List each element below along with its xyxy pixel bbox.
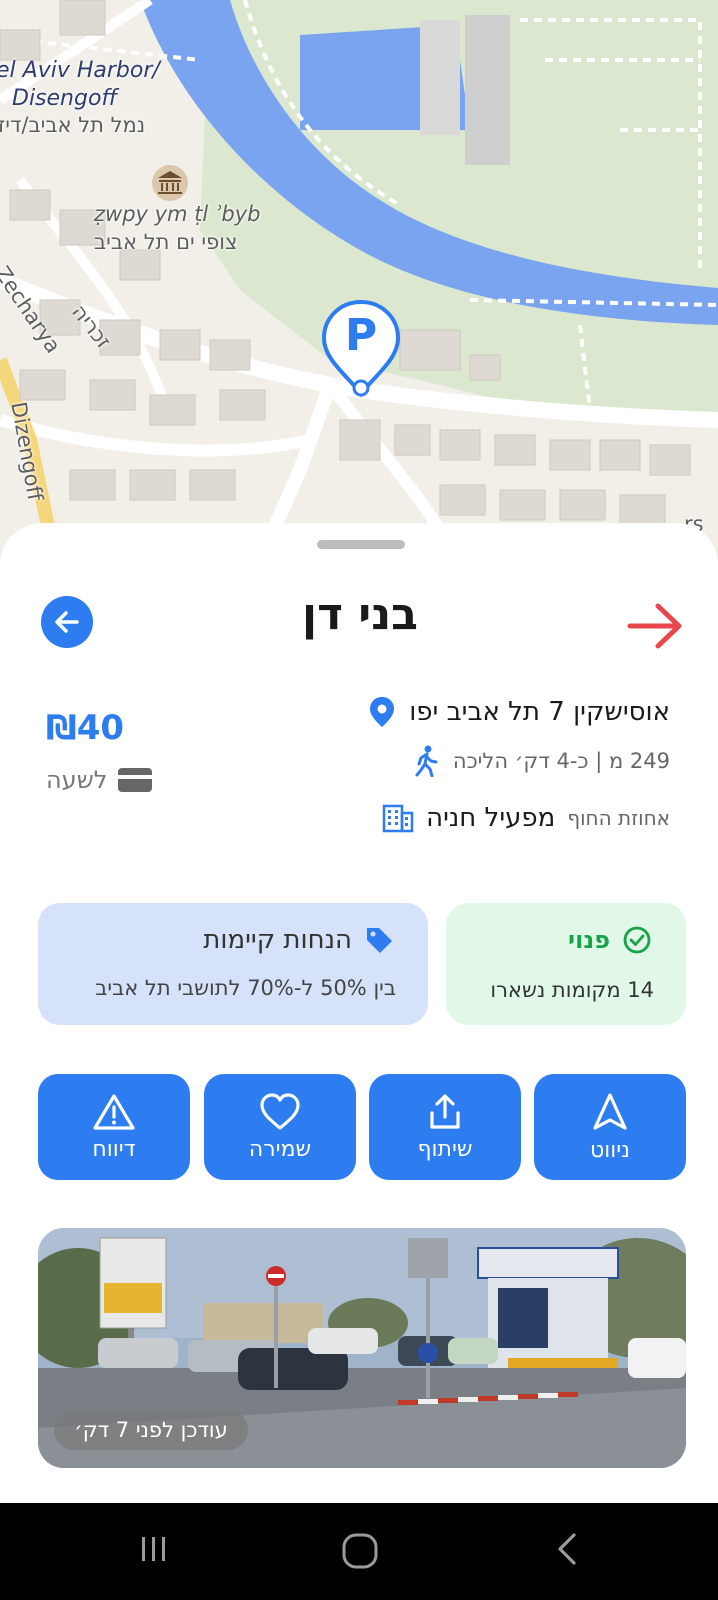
availability-count: 14 מקומות נשארו <box>490 978 654 1002</box>
sheet-drag-handle[interactable] <box>317 540 405 549</box>
operator-label: מפעיל חניה <box>426 803 556 833</box>
map-label-harbor-en-2: Disengoff <box>12 86 118 111</box>
share-icon <box>430 1093 460 1129</box>
discount-title: הנחות קיימות <box>203 925 352 955</box>
per-hour-label: לשעה <box>46 766 108 794</box>
map-label-harbor-he: נמל תל אביב/דיז <box>0 113 146 137</box>
photo-updated-badge: עודכן לפני 7 דק׳ <box>54 1410 248 1450</box>
report-label: דיווח <box>92 1136 136 1162</box>
map-view[interactable]: el Aviv Harbor/ Disengoff נמל תל אביב/די… <box>0 0 718 560</box>
check-circle-icon <box>623 926 651 954</box>
discount-header: הנחות קיימות <box>203 925 394 955</box>
parking-title: בני דן <box>301 589 418 640</box>
map-label-museum-translit: ẓwpy ym ṭl ʾbyb <box>94 202 261 226</box>
availability-status: פנוי <box>568 926 610 954</box>
parking-pin-letter: P <box>344 310 378 361</box>
availability-header: פנוי <box>568 925 652 955</box>
walk-row: 249 מ | כ-4 דק׳ הליכה <box>411 745 670 777</box>
arrow-left-icon <box>55 611 79 633</box>
share-label: שיתוף <box>417 1136 473 1162</box>
credit-card-icon <box>118 768 153 792</box>
home-icon[interactable] <box>340 1531 380 1571</box>
per-hour-row: לשעה <box>46 766 153 794</box>
save-button[interactable]: שמירה <box>204 1074 356 1180</box>
operator-name: אחוזת החוף <box>567 806 670 830</box>
save-label: שמירה <box>248 1136 312 1162</box>
warning-icon <box>93 1093 135 1130</box>
address-row: אוסישקין 7 תל אביב יפו <box>367 695 670 729</box>
navigate-label: ניווט <box>590 1137 630 1163</box>
parking-details-sheet: בני דן ₪40 לשעה אוסישקין 7 תל אביב יפו 2… <box>0 523 718 1503</box>
recent-apps-icon[interactable] <box>136 1531 172 1567</box>
price: ₪40 <box>46 708 125 748</box>
back-nav-icon[interactable] <box>552 1531 582 1567</box>
parking-lot-photo[interactable]: עודכן לפני 7 דק׳ <box>38 1228 686 1468</box>
address-text: אוסישקין 7 תל אביב יפו <box>409 697 670 727</box>
navigate-button[interactable]: ניווט <box>534 1074 686 1180</box>
availability-card: פנוי 14 מקומות נשארו <box>446 903 686 1025</box>
forward-button[interactable] <box>624 601 686 651</box>
walking-icon <box>415 745 438 777</box>
report-button[interactable]: דיווח <box>38 1074 190 1180</box>
arrow-right-icon <box>627 603 682 649</box>
museum-icon <box>152 165 188 201</box>
location-pin-icon <box>370 697 395 727</box>
back-button[interactable] <box>41 596 93 648</box>
parking-pin[interactable]: P <box>318 298 404 402</box>
navigation-arrow-icon <box>593 1092 627 1130</box>
heart-icon <box>260 1092 300 1130</box>
discount-card[interactable]: הנחות קיימות בין 50% ל-70% לתושבי תל אבי… <box>38 903 428 1025</box>
system-navigation-bar <box>0 1503 718 1600</box>
discount-subtitle: בין 50% ל-70% לתושבי תל אביב <box>95 976 396 1000</box>
map-label-harbor-en: el Aviv Harbor/ <box>0 58 160 83</box>
map-canvas <box>0 0 718 560</box>
operator-row: מפעיל חניה אחוזת החוף <box>382 803 670 833</box>
tag-icon <box>367 928 392 953</box>
map-label-museum-he: צופי ים תל אביב <box>94 230 238 254</box>
share-button[interactable]: שיתוף <box>369 1074 521 1180</box>
walk-distance: 249 מ | כ-4 דק׳ הליכה <box>452 749 670 773</box>
building-icon <box>382 804 414 833</box>
